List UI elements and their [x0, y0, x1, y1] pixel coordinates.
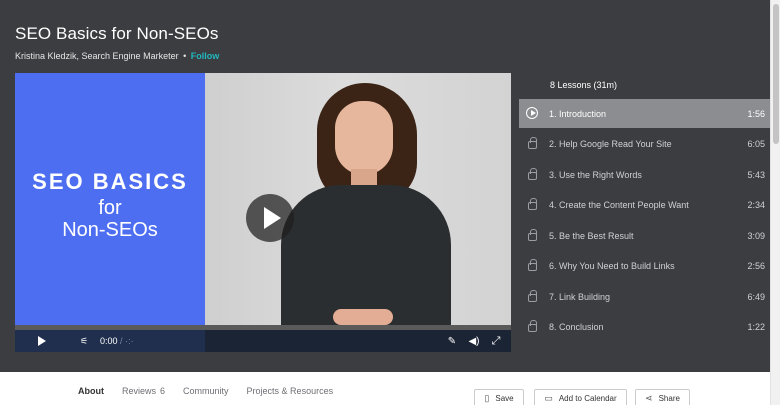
add-to-calendar-label: Add to Calendar [558, 393, 617, 403]
play-icon[interactable] [35, 330, 49, 352]
lesson-item-8[interactable]: 8. Conclusion 1:22 [519, 312, 773, 341]
tab-projects-resources[interactable]: Projects & Resources [247, 386, 334, 396]
lesson-title: 6. Why You Need to Build Links [549, 260, 675, 271]
big-play-button[interactable] [246, 194, 294, 242]
lesson-title: 4. Create the Content People Want [549, 199, 689, 210]
captions-icon[interactable]: ⚟ [77, 330, 91, 352]
time-display: 0:00 / ·:· [100, 330, 134, 352]
calendar-icon: ▭ [544, 392, 553, 403]
lesson-duration: 2:56 [747, 260, 765, 271]
play-circle-icon [526, 107, 538, 119]
instructor-hands [333, 309, 393, 325]
instructor-body [281, 185, 451, 325]
follow-link[interactable]: Follow [191, 51, 220, 61]
lesson-item-7[interactable]: 7. Link Building 6:49 [519, 282, 773, 311]
page: SEO Basics for Non-SEOs Kristina Kledzik… [0, 0, 780, 405]
lock-icon [528, 290, 537, 302]
tab-about[interactable]: About [78, 386, 104, 396]
lesson-title: 7. Link Building [549, 291, 611, 302]
time-current: 0:00 [100, 336, 118, 346]
lock-icon [528, 137, 537, 149]
lesson-item-2[interactable]: 2. Help Google Read Your Site 6:05 [519, 129, 773, 158]
lock-icon [528, 320, 537, 332]
lesson-title: 1. Introduction [549, 108, 607, 119]
share-icon: ⋖ [645, 392, 653, 403]
lesson-duration: 6:05 [747, 138, 765, 149]
lesson-title: 3. Use the Right Words [549, 169, 642, 180]
time-separator: / [120, 336, 123, 346]
lock-icon [528, 168, 537, 180]
volume-icon[interactable]: ◀) [467, 330, 481, 352]
fullscreen-icon[interactable]: ⤢ [489, 330, 503, 352]
tab-community[interactable]: Community [183, 386, 229, 396]
lesson-duration: 2:34 [747, 199, 765, 210]
author-name: Kristina Kledzik, Search Engine Marketer [15, 51, 179, 61]
lesson-item-4[interactable]: 4. Create the Content People Want 2:34 [519, 190, 773, 219]
page-scrollbar[interactable] [770, 0, 780, 405]
lesson-duration: 1:56 [747, 108, 765, 119]
slate-line-1: SEO BASICS [32, 169, 188, 194]
lesson-duration: 1:22 [747, 321, 765, 332]
lesson-duration: 5:43 [747, 169, 765, 180]
add-to-calendar-button[interactable]: ▭ Add to Calendar [534, 389, 627, 405]
lesson-title: 2. Help Google Read Your Site [549, 138, 672, 149]
byline-separator: • [183, 51, 187, 61]
instructor-face [335, 101, 393, 175]
share-label: Share [658, 393, 680, 403]
lock-icon [528, 229, 537, 241]
course-hero: SEO Basics for Non-SEOs Kristina Kledzik… [0, 0, 773, 372]
tab-reviews[interactable]: Reviews 6 [122, 386, 165, 396]
reviews-count: 6 [160, 386, 166, 396]
pin-icon[interactable]: ✎ [445, 330, 459, 352]
title-slate: SEO BASICS for Non-SEOs [15, 73, 205, 325]
time-total: ·:· [125, 336, 134, 346]
lesson-item-5[interactable]: 5. Be the Best Result 3:09 [519, 221, 773, 250]
save-label: Save [495, 393, 514, 403]
lesson-item-6[interactable]: 6. Why You Need to Build Links 2:56 [519, 251, 773, 280]
course-byline: Kristina Kledzik, Search Engine Marketer… [15, 51, 219, 61]
slate-line-2: for [98, 197, 122, 219]
lesson-duration: 6:49 [747, 291, 765, 302]
lesson-title: 5. Be the Best Result [549, 230, 634, 241]
course-title: SEO Basics for Non-SEOs [15, 24, 219, 43]
lock-icon [528, 198, 537, 210]
course-tabs: About Reviews 6 Community Projects & Reso… [78, 386, 351, 396]
lock-icon [528, 259, 537, 271]
tab-reviews-label: Reviews [122, 386, 157, 396]
video-player[interactable]: SEO BASICS for Non-SEOs ⚟ 0:00 / ·:· ✎ ◀… [15, 73, 511, 352]
bookmark-icon: ▯ [484, 392, 490, 403]
slate-line-3: Non-SEOs [62, 219, 158, 241]
save-button[interactable]: ▯ Save [474, 389, 524, 405]
lesson-item-1[interactable]: 1. Introduction 1:56 [519, 99, 773, 128]
lesson-title: 8. Conclusion [549, 321, 604, 332]
lesson-duration: 3:09 [747, 230, 765, 241]
lesson-item-3[interactable]: 3. Use the Right Words 5:43 [519, 160, 773, 189]
share-button[interactable]: ⋖ Share [635, 389, 690, 405]
scrollbar-thumb[interactable] [773, 4, 779, 144]
instructor-video-frame [205, 73, 511, 325]
lessons-header: 8 Lessons (31m) [550, 80, 618, 90]
player-controls: ⚟ 0:00 / ·:· ✎ ◀) ⤢ [15, 330, 511, 352]
